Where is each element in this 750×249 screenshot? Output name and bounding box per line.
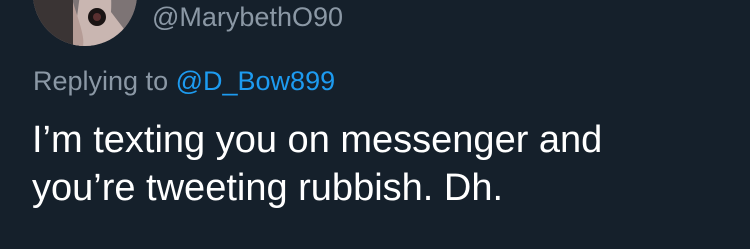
avatar[interactable] bbox=[33, 0, 137, 46]
reply-mention-link[interactable]: @D_Bow899 bbox=[176, 66, 336, 96]
tweet-text-line: you’re tweeting rubbish. Dh. bbox=[32, 167, 504, 209]
profile-photo-icon bbox=[33, 0, 137, 46]
tweet-text-line: I’m texting you on messenger and bbox=[32, 119, 603, 161]
replying-to-label: Replying to bbox=[33, 66, 169, 96]
author-handle[interactable]: @MarybethO90 bbox=[152, 0, 343, 34]
tweet-text: I’m texting you on messenger and you’re … bbox=[32, 116, 732, 212]
replying-to-line: Replying to @D_Bow899 bbox=[33, 64, 335, 98]
